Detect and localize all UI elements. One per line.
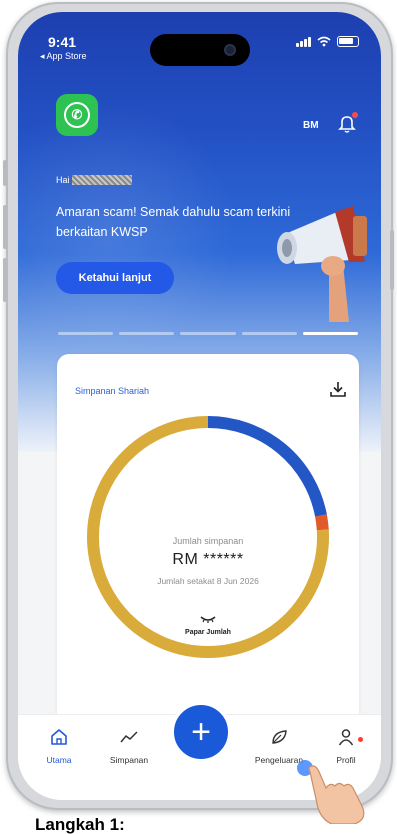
download-icon[interactable] — [329, 380, 347, 398]
app-screen: 9:41 ◂ App Store ✆ BM Hai Amaran scam! S… — [18, 12, 381, 800]
pagination-dot[interactable] — [119, 332, 175, 335]
total-savings-label: Jumlah simpanan — [172, 536, 244, 546]
side-button — [3, 205, 7, 249]
savings-card: Simpanan Shariah Jumlah simpanan RM ****… — [57, 354, 359, 724]
notification-dot — [352, 112, 358, 118]
step-caption: Langkah 1: — [35, 816, 125, 834]
redacted-username — [71, 175, 132, 185]
pointing-hand-icon — [308, 765, 365, 824]
megaphone-illustration — [277, 206, 367, 322]
tutorial-stage: 9:41 ◂ App Store ✆ BM Hai Amaran scam! S… — [0, 0, 397, 834]
pagination-dot-active[interactable] — [302, 332, 359, 335]
side-button — [3, 258, 7, 302]
account-type-label: Simpanan Shariah — [75, 386, 150, 396]
savings-amount: RM ****** — [172, 551, 244, 568]
user-initials[interactable]: BM — [303, 120, 319, 131]
profile-notification-dot — [358, 737, 363, 742]
learn-more-button[interactable]: Ketahui lanjut — [56, 262, 174, 294]
signal-icon — [296, 36, 311, 47]
pagination-dot[interactable] — [241, 332, 297, 335]
nav-label-simpanan: Simpanan — [109, 755, 149, 765]
side-button — [390, 230, 394, 290]
nav-label-utama: Utama — [46, 755, 72, 765]
eye-closed-icon[interactable] — [198, 614, 218, 624]
phone-icon: ✆ — [64, 102, 90, 128]
nav-item-profil[interactable]: Profil — [311, 727, 381, 765]
wifi-icon — [317, 36, 331, 47]
greeting-prefix: Hai — [56, 175, 70, 185]
add-button[interactable]: + — [170, 701, 232, 763]
whatsapp-icon[interactable]: ✆ — [56, 94, 98, 136]
pagination-dot[interactable] — [180, 332, 236, 335]
nav-item-utama[interactable]: Utama — [24, 727, 94, 765]
as-of-date: Jumlah setakat 8 Jun 2026 — [157, 576, 259, 586]
status-icons — [296, 36, 359, 47]
greeting: Hai — [56, 175, 132, 185]
side-button — [3, 160, 7, 186]
bell-icon[interactable] — [336, 112, 358, 134]
nav-item-simpanan[interactable]: Simpanan — [94, 727, 164, 765]
trend-icon — [120, 731, 138, 743]
camera-icon — [224, 44, 236, 56]
pagination-dot[interactable] — [58, 332, 114, 335]
dynamic-island — [150, 34, 250, 66]
app-store-back-link[interactable]: ◂ App Store — [40, 51, 87, 62]
leaf-icon — [272, 730, 287, 744]
person-icon — [338, 729, 354, 746]
status-time: 9:41 — [48, 34, 77, 50]
home-icon — [51, 729, 67, 745]
banner-pagination — [58, 332, 359, 336]
battery-icon — [337, 36, 359, 47]
show-amount-button[interactable]: Papar Jumlah — [57, 629, 359, 636]
